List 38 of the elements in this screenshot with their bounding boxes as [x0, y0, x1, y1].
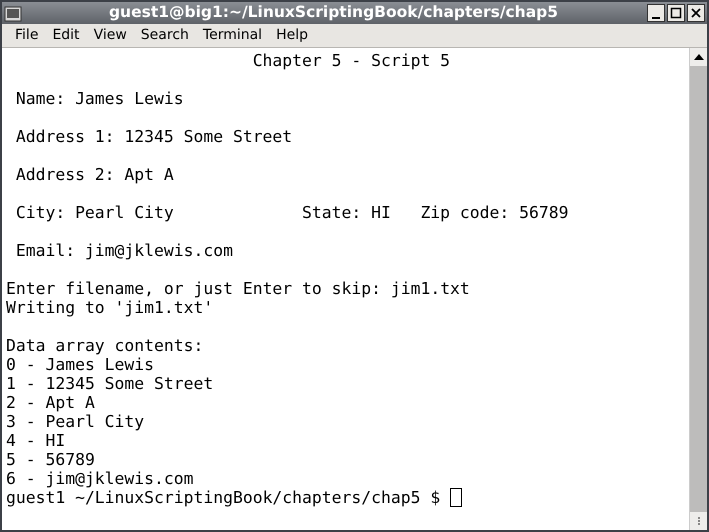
close-icon	[689, 6, 703, 20]
terminal-line: Address 1: 12345 Some Street	[14, 127, 292, 146]
shell-prompt: guest1 ~/LinuxScriptingBook/chapters/chap5 $	[6, 488, 440, 507]
terminal-line: 6 - jim@jklewis.com	[6, 469, 194, 488]
menu-item[interactable]: Help	[269, 25, 315, 46]
terminal-line: Enter filename, or just Enter to skip: jim1.txt	[6, 279, 470, 298]
terminal-field: State: HI	[302, 203, 391, 222]
terminal-line: Data array contents:	[6, 336, 204, 355]
terminal-field: City: Pearl City	[6, 203, 174, 222]
terminal-field: Zip code: 56789	[420, 203, 568, 222]
window-title: guest1@big1:~/LinuxScriptingBook/chapters/chap5	[108, 2, 560, 24]
text-cursor	[450, 488, 462, 507]
terminal-line: 4 - HI	[6, 431, 66, 450]
terminal-line: 2 - Apt A	[6, 393, 95, 412]
terminal-line: Address 2: Apt A	[14, 165, 174, 184]
terminal-icon[interactable]	[4, 6, 22, 22]
terminal-line: 1 - 12345 Some Street	[6, 374, 214, 393]
terminal-line: Email: jim@jklewis.com	[14, 241, 233, 260]
minimize-icon	[652, 16, 660, 18]
scroll-up-button[interactable]	[690, 48, 707, 66]
menu-item[interactable]: Edit	[45, 25, 87, 46]
terminal-line: 0 - James Lewis	[6, 355, 154, 374]
terminal-line: 5 - 56789	[6, 450, 95, 469]
terminal-line: Writing to 'jim1.txt'	[6, 298, 214, 317]
menu-item[interactable]: Terminal	[196, 25, 270, 46]
minimize-button[interactable]	[647, 4, 665, 22]
scroll-grip-handle[interactable]	[690, 512, 707, 530]
menu-item[interactable]: View	[86, 25, 134, 46]
menu-item[interactable]: Search	[134, 25, 196, 46]
maximize-icon	[669, 6, 683, 20]
maximize-button[interactable]	[667, 4, 685, 22]
up-arrow-icon	[694, 54, 704, 60]
terminal-heading: Chapter 5 - Script 5	[252, 51, 450, 70]
close-button[interactable]	[687, 4, 705, 22]
terminal-line: 3 - Pearl City	[6, 412, 144, 431]
terminal-line: Name: James Lewis	[14, 89, 184, 108]
menu-item[interactable]: File	[8, 25, 46, 46]
grip-dots-icon	[696, 516, 700, 526]
